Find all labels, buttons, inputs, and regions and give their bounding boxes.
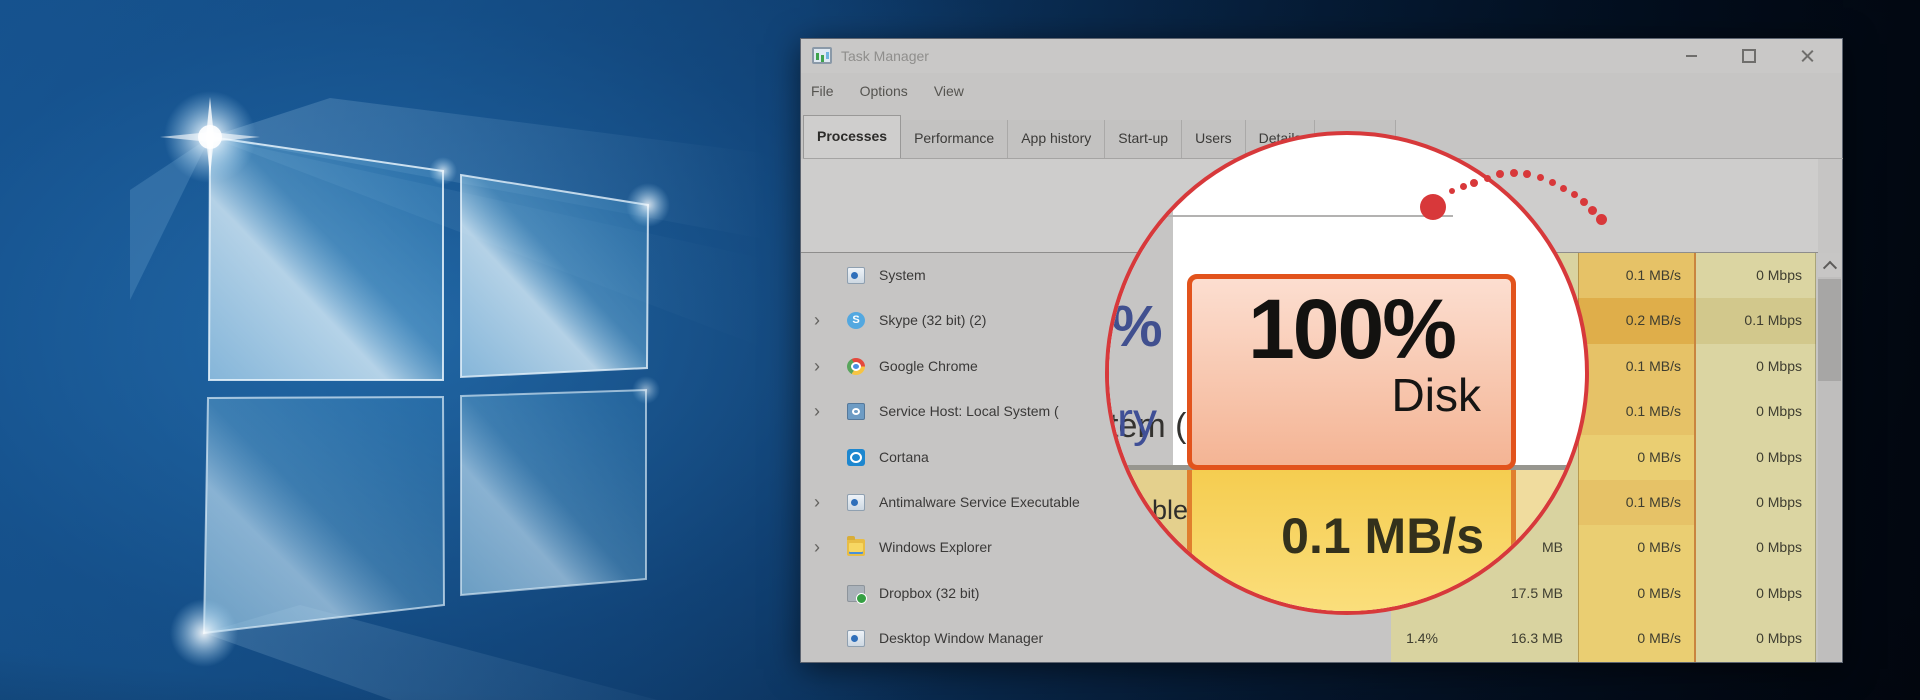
magnified-fragment-ry: ry xyxy=(1117,394,1157,447)
trail-dot xyxy=(1470,179,1478,187)
net-cell: 0 Mbps xyxy=(1696,389,1816,435)
trail-dot xyxy=(1536,173,1544,181)
process-name: Service Host: Local System ( xyxy=(879,403,1059,420)
minimize-button[interactable] xyxy=(1662,39,1720,73)
task-manager-icon xyxy=(812,47,832,64)
disk-cell: 0 MB/s xyxy=(1578,616,1696,662)
process-name: Windows Explorer xyxy=(879,539,992,556)
disk-cell: 0.1 MB/s xyxy=(1578,343,1696,390)
window-icon xyxy=(847,630,865,648)
process-name: Skype (32 bit) (2) xyxy=(879,312,987,329)
cpu-cell: 1.4% xyxy=(1391,616,1456,662)
tab-users[interactable]: Users xyxy=(1182,120,1246,158)
magnified-fragment-cutable: cutable xyxy=(1105,495,1189,525)
net-cell: 0 Mbps xyxy=(1696,616,1816,662)
trail-dot xyxy=(1483,174,1491,182)
menu-item-options[interactable]: Options xyxy=(860,83,908,99)
process-name: Dropbox (32 bit) xyxy=(879,584,980,601)
close-button[interactable] xyxy=(1778,39,1836,73)
disk-cell: 0.2 MB/s xyxy=(1578,298,1696,344)
trail-dot xyxy=(1496,170,1504,178)
magnified-fragment-percent: % xyxy=(1111,294,1163,359)
magnified-disk-header: 100% Disk xyxy=(1187,274,1516,470)
menu-bar: File Options View xyxy=(801,73,1842,109)
servicehost-icon xyxy=(847,403,865,421)
menu-item-file[interactable]: File xyxy=(811,83,834,99)
disk-cell: 0.1 MB/s xyxy=(1578,253,1696,299)
windows-logo xyxy=(130,91,770,700)
tab-performance[interactable]: Performance xyxy=(901,120,1009,158)
magnified-header-line xyxy=(1109,215,1453,217)
trail-dot xyxy=(1587,205,1597,215)
trail-dot xyxy=(1580,198,1588,206)
scrollbar-thumb[interactable] xyxy=(1818,279,1841,381)
dropbox-icon xyxy=(847,584,867,604)
expander-icon[interactable]: › xyxy=(814,344,820,389)
trail-dot xyxy=(1420,194,1446,220)
net-cell: 0 Mbps xyxy=(1696,525,1816,571)
menu-item-view[interactable]: View xyxy=(934,83,964,99)
window-icon xyxy=(847,267,865,284)
magnifier-overlay: % ystem ( ry cutable 0.1 MB/s 100% Disk xyxy=(1105,131,1589,615)
desktop-banner: Task Manager File Options View Processes Pe… xyxy=(0,0,1920,700)
maximize-button[interactable] xyxy=(1720,39,1778,73)
process-name: System xyxy=(879,267,926,283)
net-cell: 0 Mbps xyxy=(1696,343,1816,390)
trail-dot xyxy=(1570,190,1578,198)
cortana-icon xyxy=(847,448,865,466)
disk-cell: 0.1 MB/s xyxy=(1578,389,1696,435)
net-cell: 0 Mbps xyxy=(1696,434,1816,480)
process-row[interactable]: Desktop Window Manager 1.4% 16.3 MB 0 MB/s 0… xyxy=(801,616,1818,662)
trail-dot xyxy=(1459,182,1467,190)
tab-app-history[interactable]: App history xyxy=(1008,120,1106,158)
disk-cell: 0 MB/s xyxy=(1578,570,1696,617)
trail-dot xyxy=(1559,184,1567,192)
expander-icon[interactable]: › xyxy=(814,480,820,525)
process-name: Google Chrome xyxy=(879,357,978,374)
process-name: Antimalware Service Executable xyxy=(879,493,1080,510)
mem-cell: 16.3 MB xyxy=(1456,616,1578,662)
expander-icon[interactable]: › xyxy=(814,525,820,570)
window-icon xyxy=(847,493,865,511)
trail-dot xyxy=(1449,188,1455,194)
chrome-icon xyxy=(847,357,865,375)
magnified-row-band-left xyxy=(1109,470,1187,611)
magnified-disk-percent: 100% xyxy=(1248,282,1457,376)
scrollbar[interactable] xyxy=(1818,253,1841,662)
process-name: Cortana xyxy=(879,448,929,465)
trail-dot xyxy=(1510,169,1518,177)
disk-cell: 0 MB/s xyxy=(1578,434,1696,480)
net-cell: 0 Mbps xyxy=(1696,253,1816,299)
expander-icon[interactable]: › xyxy=(814,389,820,434)
net-cell: 0 Mbps xyxy=(1696,570,1816,617)
title-bar: Task Manager xyxy=(801,39,1842,73)
scroll-up-icon[interactable] xyxy=(1818,253,1841,277)
net-cell: 0.1 Mbps xyxy=(1696,298,1816,344)
trail-dot xyxy=(1595,213,1607,225)
magnified-disk-rate: 0.1 MB/s xyxy=(1281,508,1484,564)
tab-processes[interactable]: Processes xyxy=(803,115,902,158)
expander-icon[interactable]: › xyxy=(814,298,820,343)
trail-dot xyxy=(1548,178,1556,186)
trail-dot xyxy=(1523,170,1531,178)
disk-cell: 0 MB/s xyxy=(1578,525,1696,571)
folder-icon xyxy=(847,536,865,557)
process-name: Desktop Window Manager xyxy=(879,630,1044,647)
disk-cell: 0.1 MB/s xyxy=(1578,479,1696,526)
skype-icon xyxy=(847,312,865,330)
net-cell: 0 Mbps xyxy=(1696,479,1816,526)
window-title: Task Manager xyxy=(841,48,929,64)
